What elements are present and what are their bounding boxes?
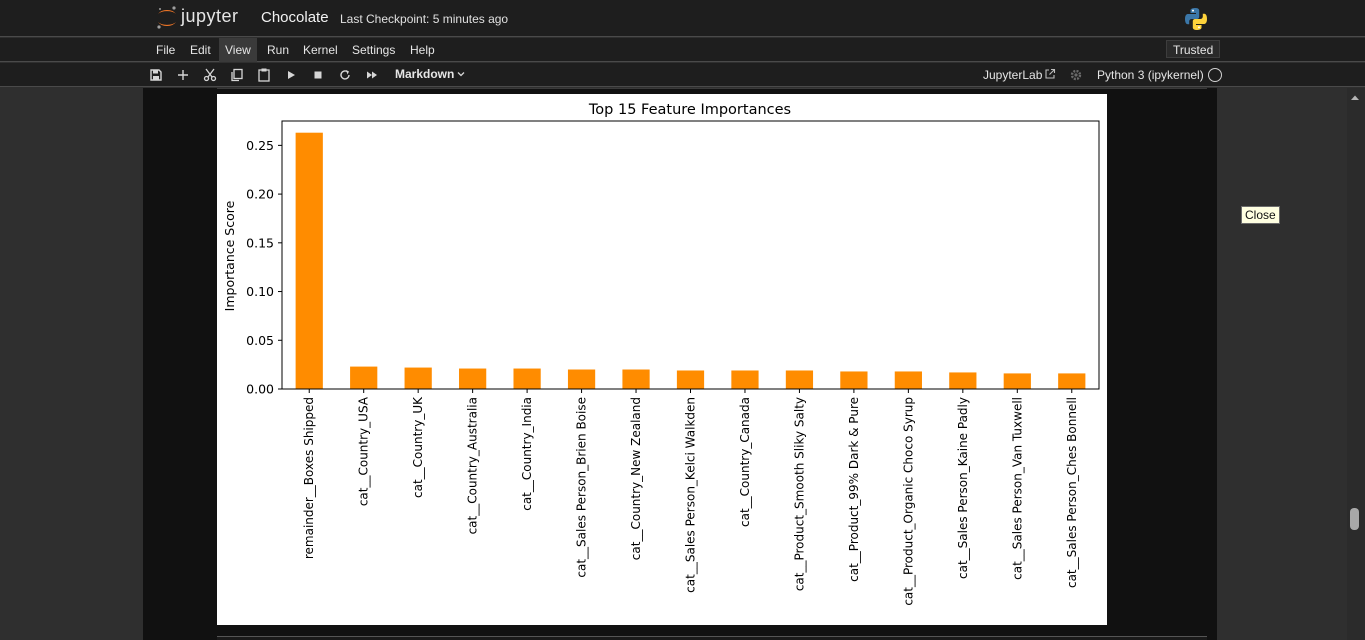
x-tick-label: cat__Country_India [520,397,534,511]
chart-bar [785,370,814,389]
external-link-icon[interactable] [1044,68,1056,80]
kernel-name[interactable]: Python 3 (ipykernel) [1097,68,1204,82]
scrollbar[interactable] [1347,88,1365,640]
last-checkpoint-text: Last Checkpoint: 5 minutes ago [340,12,509,26]
y-tick-label: 0.20 [246,187,274,202]
copy-icon[interactable] [229,67,245,83]
x-tick-label: cat__Sales Person_Brien Boise [575,397,589,578]
menu-kernel[interactable]: Kernel [297,38,344,62]
y-tick-label: 0.15 [246,235,274,250]
menu-file[interactable]: File [150,38,181,62]
restart-icon[interactable] [337,67,353,83]
jupyter-logo-icon[interactable] [154,5,180,31]
chart-bar [295,132,323,389]
x-tick-label: remainder__Boxes Shipped [302,397,316,559]
chart-bar [459,368,487,389]
notebook-title[interactable]: Chocolate [261,9,329,26]
x-tick-label: cat__Sales Person_Kaine Padly [956,397,970,579]
y-tick-label: 0.10 [246,284,274,299]
x-tick-label: cat__Product_99% Dark & Pure [847,397,861,582]
cell-output-image: Top 15 Feature Importances Importance Sc… [217,94,1107,625]
menu-edit[interactable]: Edit [184,38,217,62]
close-tooltip: Close [1241,206,1280,224]
y-tick-label: 0.25 [246,138,274,153]
cut-icon[interactable] [202,67,218,83]
jupyter-logo-text: jupyter [181,6,239,26]
notebook-toolbar: Markdown JupyterLab Python 3 (ipykernel) [0,63,1365,87]
chart-bar [1003,373,1031,389]
chart-bar [840,371,868,389]
python-logo-icon [1185,8,1207,30]
kernel-status-icon [1208,68,1222,82]
chart-bar [350,366,378,389]
jupyterlab-link[interactable]: JupyterLab [983,68,1042,82]
chart-bar [567,369,596,389]
chart-y-axis-label: Importance Score [222,200,237,311]
jupyter-notebook-window: jupyter Chocolate Last Checkpoint: 5 min… [0,0,1365,640]
x-tick-label: cat__Country_Australia [466,397,480,534]
chart-bar [404,367,432,389]
gear-icon[interactable] [1069,68,1083,82]
feature-importance-chart: Top 15 Feature Importances Importance Sc… [222,102,1100,606]
add-cell-icon[interactable] [175,67,191,83]
x-tick-label: cat__Product_Smooth Sliky Salty [792,397,806,591]
chart-bars [295,132,1086,389]
x-tick-label: cat__Country_New Zealand [629,397,643,560]
chart-title: Top 15 Feature Importances [588,102,791,118]
cell-type-dropdown[interactable]: Markdown [395,67,454,81]
cell-divider [217,88,1207,89]
chart-bar [622,369,650,389]
next-cell[interactable] [217,636,1207,640]
chart-bar [949,372,977,389]
chart-bar [513,368,541,389]
menu-settings[interactable]: Settings [346,38,401,62]
stop-icon[interactable] [310,67,326,83]
chart-bar [676,370,705,389]
top-bar: jupyter Chocolate Last Checkpoint: 5 min… [0,0,1365,37]
chart-bar [894,371,922,389]
run-icon[interactable] [283,67,299,83]
scrollbar-thumb[interactable] [1350,508,1359,530]
save-icon[interactable] [148,67,164,83]
x-tick-label: cat__Country_Canada [738,397,752,527]
chart-x-ticks: remainder__Boxes Shipped cat__Country_USA… [302,389,1079,606]
y-tick-label: 0.05 [246,333,274,348]
x-tick-label: cat__Country_UK [411,396,425,498]
x-tick-label: cat__Sales Person_Kelci Walkden [684,397,698,593]
menu-view[interactable]: View [219,38,257,62]
menu-run[interactable]: Run [261,38,295,62]
trusted-badge[interactable]: Trusted [1166,40,1221,58]
x-tick-label: cat__Product_Organic Choco Syrup [901,397,915,606]
y-tick-label: 0.00 [246,382,274,397]
scroll-up-icon[interactable] [1350,93,1360,103]
chart-bar [1058,373,1086,389]
fast-forward-icon[interactable] [364,67,380,83]
chart-plot-frame [281,120,1100,390]
menu-bar: File Edit View Run Kernel Settings Help … [0,38,1365,62]
x-tick-label: cat__Country_USA [357,396,371,506]
menu-help[interactable]: Help [404,38,441,62]
paste-icon[interactable] [256,67,272,83]
x-tick-label: cat__Sales Person_Van Tuxwell [1010,397,1024,580]
chart-y-ticks: 0.00 0.05 0.10 0.15 0.20 0.25 [246,138,282,397]
x-tick-label: cat__Sales Person_Ches Bonnell [1065,397,1079,588]
chart-bar [731,370,759,389]
chevron-down-icon[interactable] [456,69,466,79]
